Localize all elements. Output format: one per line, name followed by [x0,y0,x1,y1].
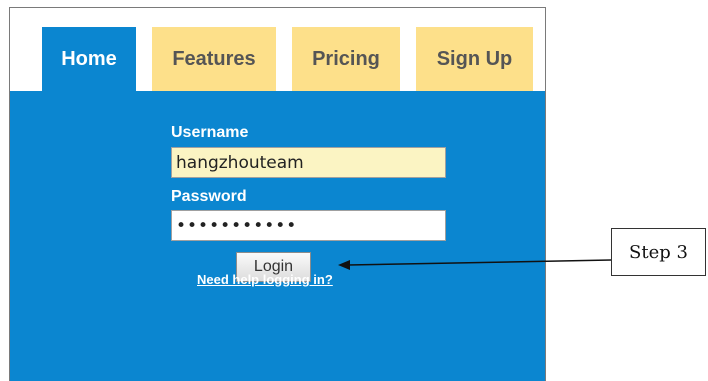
arrow-line [347,259,612,266]
annotation-arrow [338,259,612,270]
step-callout: Step 3 [611,228,706,276]
arrow-head [338,260,350,270]
